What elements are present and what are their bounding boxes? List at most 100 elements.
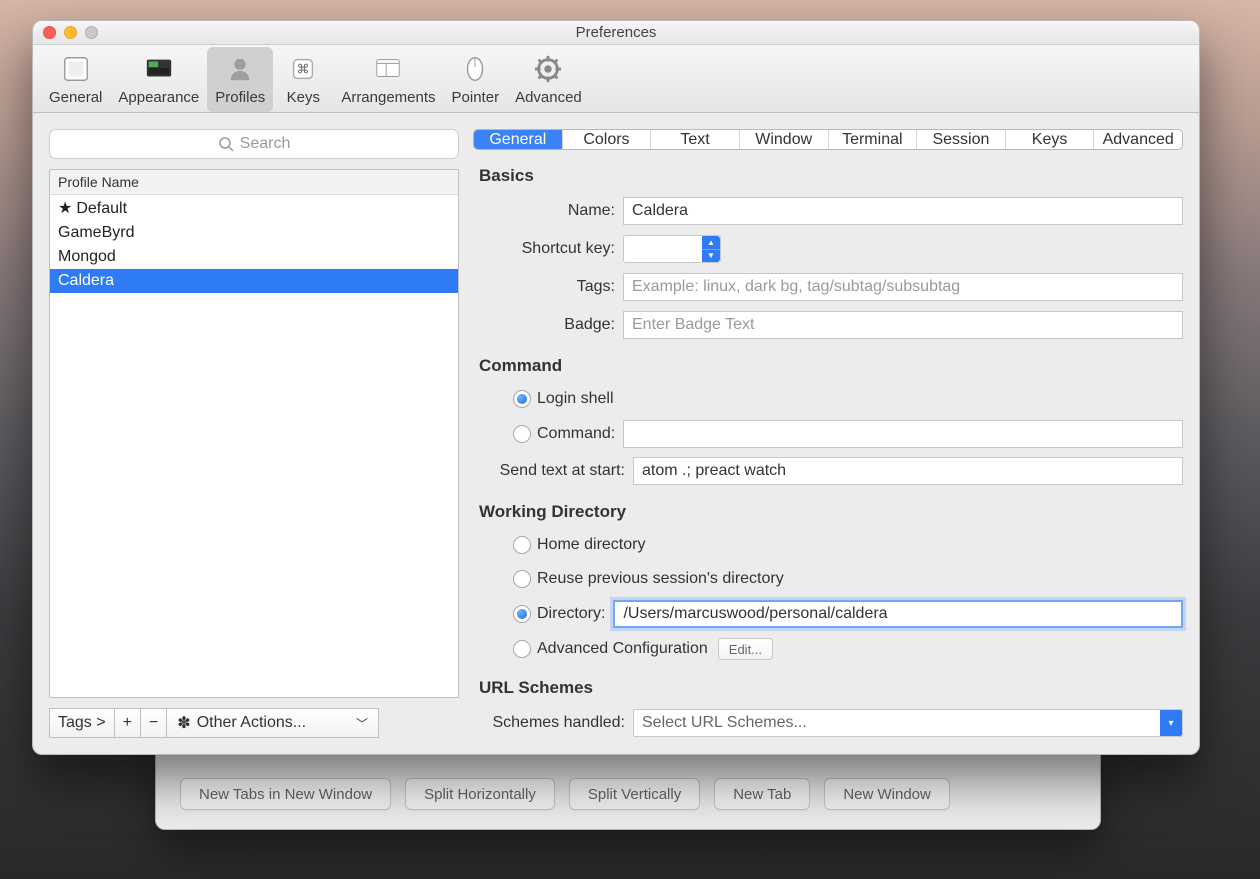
other-actions-label: Other Actions... (197, 714, 306, 732)
profile-list-header: Profile Name (50, 170, 458, 195)
profile-row-label: Caldera (58, 272, 114, 289)
radio-reuse-dir[interactable]: Reuse previous session's directory (473, 566, 1183, 592)
back-btn-split-v[interactable]: Split Vertically (569, 778, 700, 810)
name-input[interactable] (623, 197, 1183, 225)
remove-profile-button[interactable]: − (141, 709, 167, 737)
basics-form: Name: Shortcut key: ▲▼ Tags: Bad (473, 196, 1183, 340)
radio-icon (513, 390, 531, 408)
tags-input[interactable] (623, 273, 1183, 301)
keys-icon: ⌘ (285, 51, 321, 87)
send-text-input[interactable] (633, 457, 1183, 485)
gear-icon: ✽ (177, 713, 190, 733)
svg-text:⌘: ⌘ (297, 62, 310, 77)
toolbar-label: Advanced (515, 89, 582, 106)
radio-home-dir[interactable]: Home directory (473, 532, 1183, 558)
radio-label: Directory: (537, 605, 605, 623)
content-area: Search Profile Name ★Default GameByrd Mo… (33, 113, 1199, 754)
stepper-icon[interactable]: ▲▼ (702, 236, 720, 262)
directory-input[interactable] (613, 600, 1183, 628)
tab-general[interactable]: General (474, 130, 563, 149)
profile-row-mongod[interactable]: Mongod (50, 245, 458, 269)
toolbar-general[interactable]: General (41, 47, 110, 112)
profiles-icon (222, 51, 258, 87)
radio-command[interactable]: Command: (473, 420, 1183, 448)
toolbar-appearance[interactable]: Appearance (110, 47, 207, 112)
pref-toolbar: General Appearance Profiles ⌘ Keys Arran… (33, 45, 1199, 113)
other-actions-button[interactable]: ✽ Other Actions... ﹀ (167, 709, 378, 737)
profile-row-label: Mongod (58, 248, 116, 265)
profile-settings-panel: General Colors Text Window Terminal Sess… (473, 129, 1183, 738)
badge-input[interactable] (623, 311, 1183, 339)
profile-row-default[interactable]: ★Default (50, 195, 458, 221)
tab-terminal[interactable]: Terminal (829, 130, 918, 149)
radio-label: Login shell (537, 390, 614, 408)
traffic-lights (43, 21, 98, 44)
toolbar-label: Pointer (452, 89, 500, 106)
toolbar-keys[interactable]: ⌘ Keys (273, 47, 333, 112)
command-input[interactable] (623, 420, 1183, 448)
profile-row-caldera[interactable]: Caldera (50, 269, 458, 293)
radio-icon (513, 536, 531, 554)
profile-row-label: Default (76, 200, 127, 217)
profiles-sidebar: Search Profile Name ★Default GameByrd Mo… (49, 129, 459, 738)
chevron-down-icon: ﹀ (356, 715, 368, 732)
radio-icon (513, 425, 531, 443)
toolbar-label: Arrangements (341, 89, 435, 106)
toolbar-label: Keys (287, 89, 320, 106)
background-buttons-row: New Tabs in New Window Split Horizontall… (180, 778, 950, 810)
preferences-window: Preferences General Appearance Profiles … (32, 20, 1200, 755)
tab-text[interactable]: Text (651, 130, 740, 149)
edit-button[interactable]: Edit... (718, 638, 773, 660)
section-url-title: URL Schemes (479, 678, 1183, 698)
radio-label: Command: (537, 425, 615, 443)
radio-label: Advanced Configuration (537, 640, 708, 658)
close-icon[interactable] (43, 26, 56, 39)
minimize-icon[interactable] (64, 26, 77, 39)
add-profile-button[interactable]: + (115, 709, 141, 737)
back-btn-new-tabs[interactable]: New Tabs in New Window (180, 778, 391, 810)
shortcut-label: Shortcut key: (473, 240, 623, 258)
workdir-form: Home directory Reuse previous session's … (473, 532, 1183, 662)
select-placeholder: Select URL Schemes... (642, 714, 807, 732)
name-label: Name: (473, 202, 623, 220)
radio-label: Home directory (537, 536, 645, 554)
back-btn-new-window[interactable]: New Window (824, 778, 950, 810)
general-icon (58, 51, 94, 87)
pointer-icon (457, 51, 493, 87)
toolbar-label: Profiles (215, 89, 265, 106)
badge-label: Badge: (473, 316, 623, 334)
radio-icon (513, 570, 531, 588)
profile-list[interactable]: Profile Name ★Default GameByrd Mongod Ca… (49, 169, 459, 698)
radio-advanced-config[interactable]: Advanced Configuration Edit... (473, 636, 1183, 662)
section-basics-title: Basics (479, 166, 1183, 186)
back-btn-new-tab[interactable]: New Tab (714, 778, 810, 810)
titlebar: Preferences (33, 21, 1199, 45)
profile-row-gamebyrd[interactable]: GameByrd (50, 221, 458, 245)
profiles-bottom-bar: Tags > + − ✽ Other Actions... ﹀ (49, 708, 379, 738)
zoom-icon[interactable] (85, 26, 98, 39)
shortcut-key-field[interactable]: ▲▼ (623, 235, 721, 263)
radio-label: Reuse previous session's directory (537, 570, 784, 588)
toolbar-label: Appearance (118, 89, 199, 106)
toolbar-profiles[interactable]: Profiles (207, 47, 273, 112)
tab-colors[interactable]: Colors (563, 130, 652, 149)
search-input[interactable]: Search (49, 129, 459, 159)
tab-advanced[interactable]: Advanced (1094, 130, 1182, 149)
chevron-down-icon: ▾ (1160, 710, 1182, 736)
section-command-title: Command (479, 356, 1183, 376)
gear-icon (530, 51, 566, 87)
url-schemes-select[interactable]: Select URL Schemes... ▾ (633, 709, 1183, 737)
tags-button[interactable]: Tags > (50, 709, 115, 737)
section-workdir-title: Working Directory (479, 502, 1183, 522)
tab-session[interactable]: Session (917, 130, 1006, 149)
search-placeholder: Search (240, 135, 291, 153)
star-icon: ★ (58, 200, 72, 217)
radio-login-shell[interactable]: Login shell (473, 386, 1183, 412)
toolbar-advanced[interactable]: Advanced (507, 47, 590, 112)
tab-keys[interactable]: Keys (1006, 130, 1095, 149)
tab-window[interactable]: Window (740, 130, 829, 149)
toolbar-pointer[interactable]: Pointer (444, 47, 508, 112)
back-btn-split-h[interactable]: Split Horizontally (405, 778, 555, 810)
toolbar-arrangements[interactable]: Arrangements (333, 47, 443, 112)
radio-directory[interactable]: Directory: (473, 600, 1183, 628)
